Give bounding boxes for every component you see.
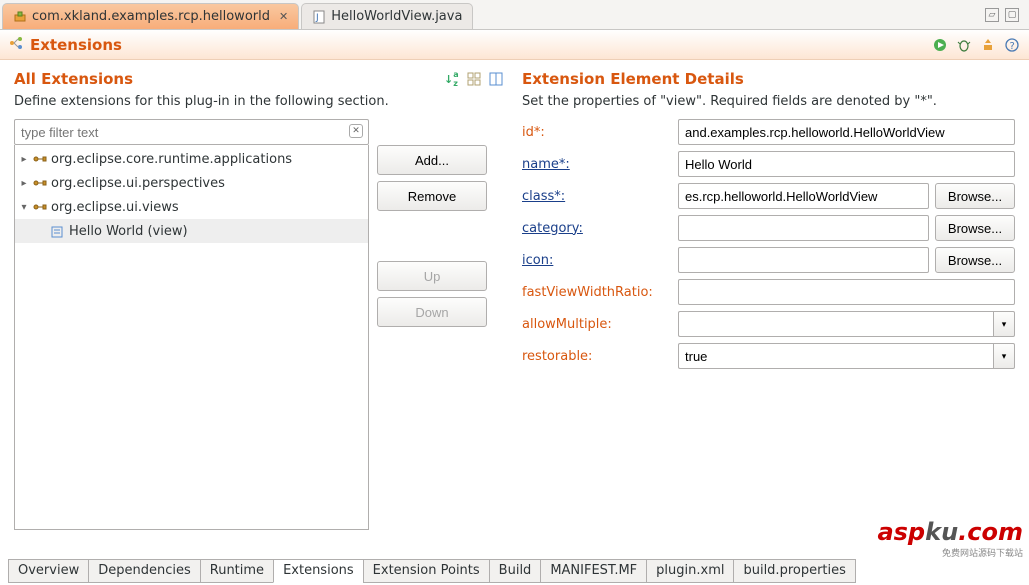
tab-extensions[interactable]: Extensions	[273, 559, 364, 583]
tree-item-label: org.eclipse.ui.views	[51, 200, 179, 215]
plugin-icon	[13, 10, 27, 24]
tab-runtime[interactable]: Runtime	[200, 559, 274, 583]
collapse-icon[interactable]: ▾	[19, 202, 29, 213]
class-label[interactable]: class*:	[522, 189, 672, 204]
close-icon[interactable]: ✕	[279, 10, 288, 23]
page-title: Extensions	[30, 36, 122, 54]
icon-input[interactable]	[678, 247, 929, 273]
browse-icon-button[interactable]: Browse...	[935, 247, 1015, 273]
fvwr-input[interactable]	[678, 279, 1015, 305]
maximize-icon[interactable]: ▢	[1005, 8, 1019, 22]
tab-overview[interactable]: Overview	[8, 559, 89, 583]
editor-tab-java[interactable]: J HelloWorldView.java	[301, 3, 473, 29]
editor-tab-label: com.xkland.examples.rcp.helloworld	[32, 9, 270, 24]
allowmultiple-dropdown-button[interactable]: ▾	[993, 311, 1015, 337]
view-element-icon	[51, 226, 65, 236]
restorable-input[interactable]	[678, 343, 993, 369]
extension-point-icon	[33, 202, 47, 212]
tab-manifest[interactable]: MANIFEST.MF	[540, 559, 647, 583]
id-label: id*:	[522, 125, 672, 140]
tab-dependencies[interactable]: Dependencies	[88, 559, 201, 583]
debug-icon[interactable]	[955, 36, 973, 54]
right-description: Set the properties of "view". Required f…	[522, 94, 1015, 109]
expand-icon[interactable]: ▸	[19, 154, 29, 165]
tree-item[interactable]: ▸ org.eclipse.core.runtime.applications	[15, 147, 368, 171]
name-label[interactable]: name*:	[522, 157, 672, 172]
window-controls: ▱ ▢	[985, 8, 1029, 22]
tree-item[interactable]: ▸ org.eclipse.ui.perspectives	[15, 171, 368, 195]
tree-item-label: Hello World (view)	[69, 224, 188, 239]
filter-wrapper: ✕	[14, 119, 369, 145]
allowmultiple-label: allowMultiple:	[522, 317, 672, 332]
minimize-icon[interactable]: ▱	[985, 8, 999, 22]
tab-build[interactable]: Build	[489, 559, 542, 583]
editor-tab-manifest[interactable]: com.xkland.examples.rcp.helloworld ✕	[2, 3, 299, 29]
id-input[interactable]	[678, 119, 1015, 145]
svg-text:?: ?	[1010, 41, 1015, 52]
remove-button[interactable]: Remove	[377, 181, 487, 211]
tree-item-label: org.eclipse.ui.perspectives	[51, 176, 225, 191]
tree-item-label: org.eclipse.core.runtime.applications	[51, 152, 292, 167]
browse-class-button[interactable]: Browse...	[935, 183, 1015, 209]
all-extensions-title: All Extensions ↓a z	[14, 70, 504, 88]
tab-buildprops[interactable]: build.properties	[733, 559, 855, 583]
java-file-icon: J	[312, 10, 326, 24]
page-header: Extensions ?	[0, 30, 1029, 60]
details-title: Extension Element Details	[522, 70, 1015, 88]
browse-category-button[interactable]: Browse...	[935, 215, 1015, 241]
left-description: Define extensions for this plug-in in th…	[14, 94, 504, 109]
sort-alpha-icon[interactable]: ↓a z	[444, 71, 460, 87]
export-icon[interactable]	[979, 36, 997, 54]
bottom-tab-bar: Overview Dependencies Runtime Extensions…	[8, 559, 1021, 583]
allowmultiple-input[interactable]	[678, 311, 993, 337]
tree-item[interactable]: ▾ org.eclipse.ui.views	[15, 195, 368, 219]
category-label[interactable]: category:	[522, 221, 672, 236]
category-input[interactable]	[678, 215, 929, 241]
extension-point-icon	[33, 178, 47, 188]
help-icon[interactable]: ?	[1003, 36, 1021, 54]
tree-item-selected[interactable]: Hello World (view)	[15, 219, 368, 243]
expand-icon[interactable]: ▸	[19, 178, 29, 189]
run-icon[interactable]	[931, 36, 949, 54]
clear-filter-icon[interactable]: ✕	[349, 124, 363, 138]
tab-extension-points[interactable]: Extension Points	[363, 559, 490, 583]
editor-tab-label: HelloWorldView.java	[331, 9, 462, 24]
extensions-icon	[8, 35, 24, 55]
toggle-layout-icon[interactable]	[488, 71, 504, 87]
editor-tab-bar: com.xkland.examples.rcp.helloworld ✕ J H…	[0, 0, 1029, 30]
down-button[interactable]: Down	[377, 297, 487, 327]
icon-label[interactable]: icon:	[522, 253, 672, 268]
fvwr-label: fastViewWidthRatio:	[522, 285, 672, 300]
add-button[interactable]: Add...	[377, 145, 487, 175]
svg-text:J: J	[315, 13, 319, 23]
restorable-label: restorable:	[522, 349, 672, 364]
collapse-all-icon[interactable]	[466, 71, 482, 87]
filter-input[interactable]	[14, 119, 369, 145]
up-button[interactable]: Up	[377, 261, 487, 291]
restorable-dropdown-button[interactable]: ▾	[993, 343, 1015, 369]
class-input[interactable]	[678, 183, 929, 209]
extensions-tree[interactable]: ▸ org.eclipse.core.runtime.applications …	[14, 145, 369, 530]
name-input[interactable]	[678, 151, 1015, 177]
extension-point-icon	[33, 154, 47, 164]
tab-pluginxml[interactable]: plugin.xml	[646, 559, 734, 583]
